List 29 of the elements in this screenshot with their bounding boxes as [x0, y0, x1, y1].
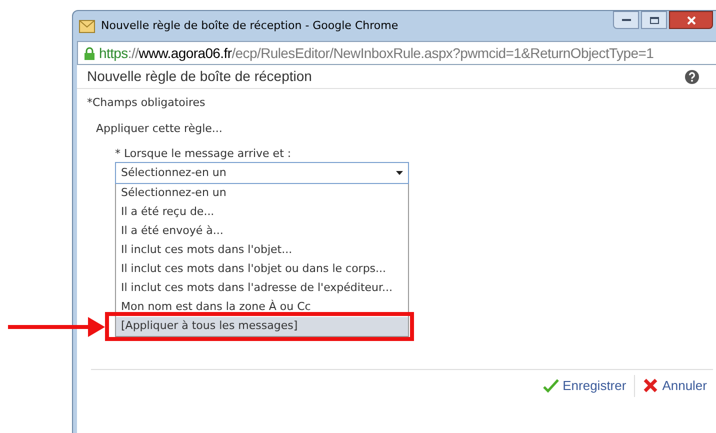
checkmark-icon: [542, 378, 559, 392]
address-bar[interactable]: https://www.agora06.fr/ecp/RulesEditor/NewInboxRule.aspx?pwmcid=1&ReturnObjectType=1: [77, 41, 716, 65]
field-label: * Lorsque le message arrive et :: [115, 146, 292, 162]
dropdown-option[interactable]: Il inclut ces mots dans l'adresse de l'expéditeur...: [116, 279, 408, 298]
dropdown-option[interactable]: Il inclut ces mots dans l'objet...: [116, 241, 408, 260]
dropdown-option[interactable]: Il a été reçu de...: [116, 203, 408, 222]
cancel-button[interactable]: Annuler: [643, 376, 707, 396]
dropdown-option[interactable]: [Appliquer à tous les messages]: [116, 317, 408, 336]
envelope-icon: [79, 20, 95, 32]
arrow-icon: [8, 317, 105, 337]
maximize-button[interactable]: [641, 11, 667, 29]
close-icon: [686, 16, 696, 24]
help-icon[interactable]: [685, 70, 699, 84]
dropdown-option[interactable]: Sélectionnez-en un: [116, 184, 408, 203]
dropdown-option[interactable]: Il a été envoyé à...: [116, 222, 408, 241]
condition-select[interactable]: Sélectionnez-en un: [115, 162, 409, 184]
caret-icon: [396, 171, 403, 175]
minimize-button[interactable]: [613, 11, 639, 29]
window-title: Nouvelle règle de boîte de réception - Google Chrome: [101, 18, 398, 34]
page-title: Nouvelle règle de boîte de réception: [87, 67, 312, 86]
dropdown-option[interactable]: Mon nom est dans la zone À ou Cc: [116, 298, 408, 317]
required-fields-note: *Champs obligatoires: [87, 95, 206, 111]
lock-icon: [84, 46, 95, 60]
dropdown-option[interactable]: Il inclut ces mots dans l'objet ou dans le corps...: [116, 260, 408, 279]
close-icon: [643, 378, 658, 393]
close-button[interactable]: [669, 11, 713, 29]
section-label: Appliquer cette règle...: [96, 121, 224, 137]
save-button[interactable]: Enregistrer: [542, 376, 626, 396]
url-text: https://www.agora06.fr/ecp/RulesEditor/NewInboxRule.aspx?pwmcid=1&ReturnObjectType=1: [99, 44, 654, 63]
